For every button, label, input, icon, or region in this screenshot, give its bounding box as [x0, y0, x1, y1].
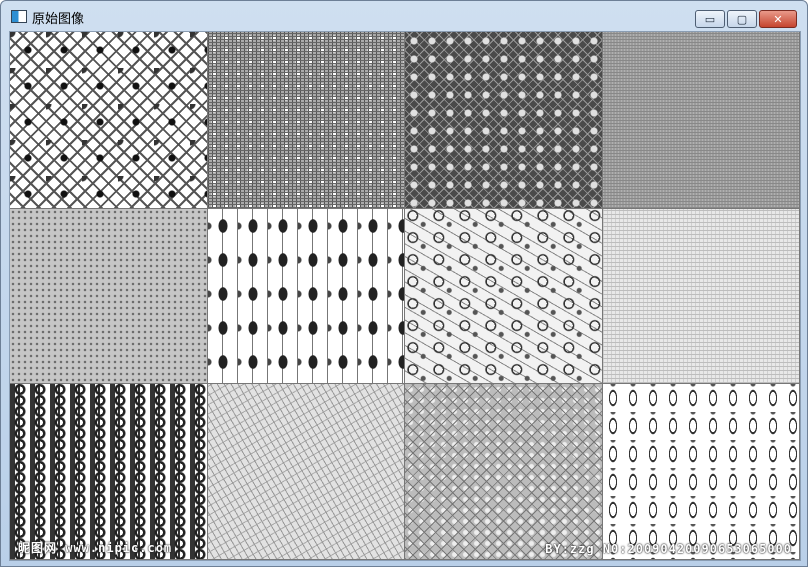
pattern-tile-10 — [208, 384, 405, 560]
app-image-icon — [11, 10, 27, 23]
window-title: 原始图像 — [32, 12, 85, 27]
pattern-grid — [10, 32, 800, 560]
pattern-tile-7 — [405, 209, 603, 384]
pattern-tile-6 — [208, 209, 405, 384]
maximize-button[interactable]: ▢ — [727, 10, 757, 28]
pattern-tile-8 — [603, 209, 800, 384]
window-controls: ▭ ▢ ✕ — [695, 10, 797, 28]
watermark-left: 昵图网 www.nipic.com — [18, 541, 173, 555]
pattern-tile-11 — [405, 384, 603, 560]
watermark-right: BY:zzg N0:20090420090653065000 — [545, 542, 792, 556]
close-icon: ✕ — [773, 12, 783, 26]
minimize-button[interactable]: ▭ — [695, 10, 725, 28]
pattern-tile-4 — [603, 32, 800, 209]
pattern-tile-9 — [10, 384, 208, 560]
pattern-tile-12 — [603, 384, 800, 560]
pattern-tile-2 — [208, 32, 405, 209]
maximize-icon: ▢ — [736, 12, 748, 26]
image-canvas: 昵图网 www.nipic.com BY:zzg N0:200904200906… — [9, 31, 801, 561]
close-button[interactable]: ✕ — [759, 10, 797, 28]
pattern-tile-3 — [405, 32, 603, 209]
minimize-icon: ▭ — [704, 12, 716, 26]
image-window: 原始图像 ▭ ▢ ✕ 昵图网 www.nipic.com BY:zzg N0:2… — [0, 0, 808, 567]
pattern-tile-5 — [10, 209, 208, 384]
pattern-tile-1 — [10, 32, 208, 209]
title-bar[interactable]: 原始图像 ▭ ▢ ✕ — [1, 1, 807, 31]
